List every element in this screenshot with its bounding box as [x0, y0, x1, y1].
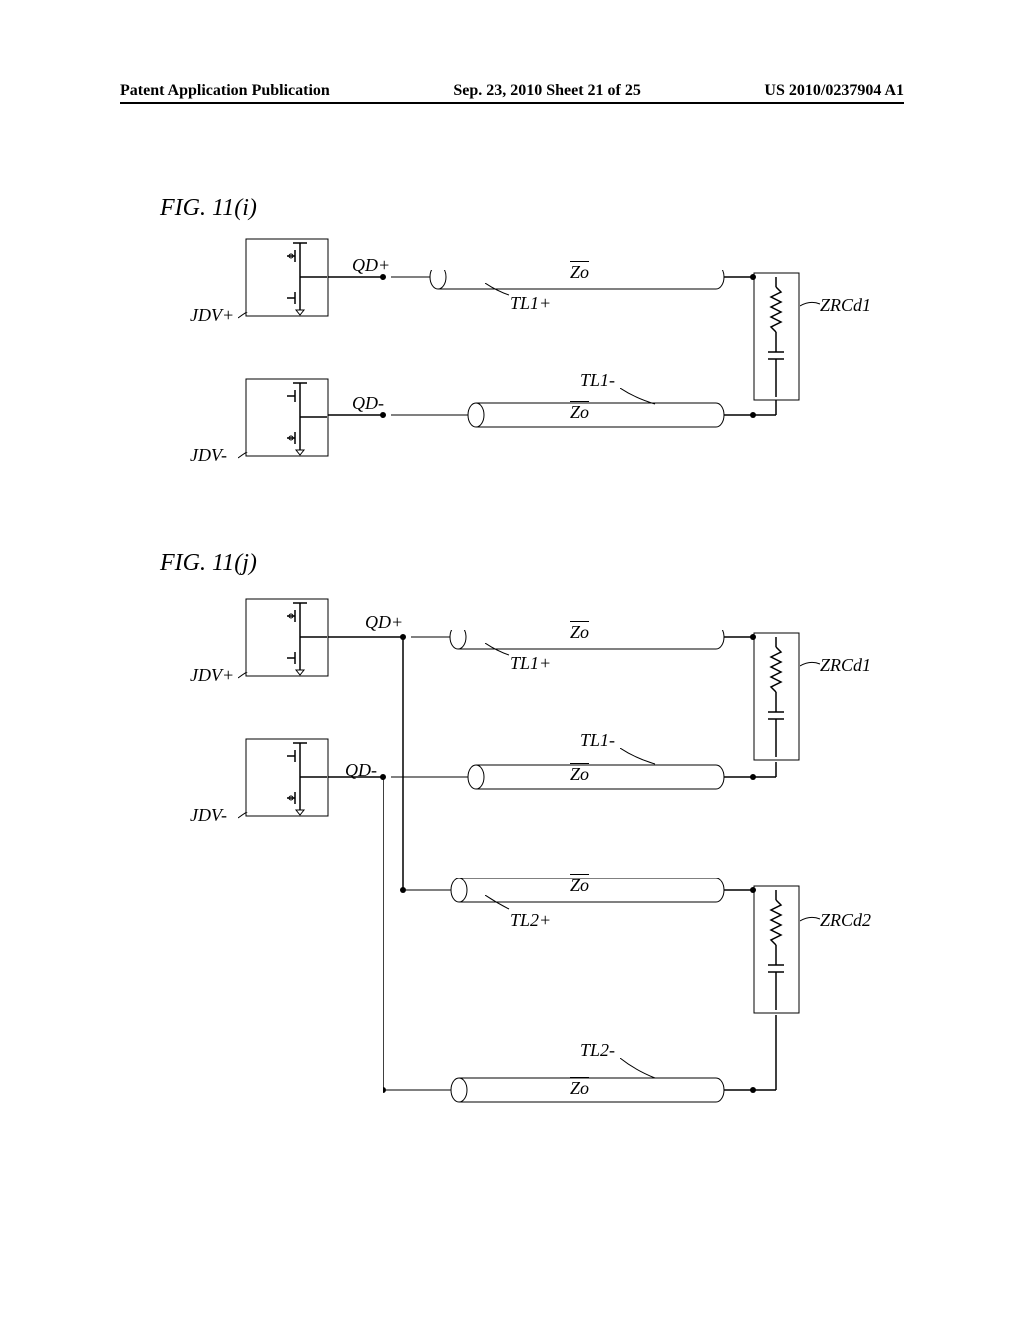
lead-line-icon — [238, 452, 258, 467]
jdv-minus-driver-j-icon — [245, 738, 330, 818]
zrcd1-load-icon — [753, 272, 801, 402]
connection-icon — [753, 395, 783, 420]
tl2-plus-label: TL2+ — [510, 910, 551, 931]
jdv-minus-label: JDV- — [190, 445, 227, 466]
tl2-minus-label: TL2- — [580, 1040, 615, 1061]
zrcd2-label: ZRCd2 — [820, 910, 871, 931]
jdv-plus-driver-j-icon — [245, 598, 330, 678]
header-left: Patent Application Publication — [120, 82, 330, 100]
lead-line-icon — [620, 1058, 660, 1083]
header-right: US 2010/0237904 A1 — [764, 82, 904, 100]
tl1-minus-label: TL1- — [580, 370, 615, 391]
lead-line-icon — [485, 283, 515, 298]
lead-line-icon — [238, 312, 258, 327]
tl1-minus-j-label: TL1- — [580, 730, 615, 751]
lead-line-icon — [620, 748, 660, 768]
tap-lines-icon — [383, 635, 413, 1095]
page-header: Patent Application Publication Sep. 23, … — [0, 82, 1024, 100]
lead-line-icon — [620, 388, 660, 408]
lead-line-icon — [800, 915, 822, 927]
lead-line-icon — [800, 300, 822, 312]
fig-11i-label: FIG. 11(i) — [160, 195, 257, 222]
zo-label-1: Zo — [570, 262, 589, 283]
jdv-plus-label: JDV+ — [190, 305, 234, 326]
zrcd1-label: ZRCd1 — [820, 295, 871, 316]
zo-j-label-4: Zo — [570, 1078, 589, 1099]
lead-line-icon — [485, 895, 515, 913]
zo-j-label-1: Zo — [570, 622, 589, 643]
lead-line-icon — [238, 812, 258, 827]
jdv-plus-driver-icon — [245, 238, 330, 318]
fig-11j-label: FIG. 11(j) — [160, 550, 257, 577]
header-center: Sep. 23, 2010 Sheet 21 of 25 — [453, 82, 641, 100]
lead-line-icon — [238, 672, 258, 687]
jdv-minus-j-label: JDV- — [190, 805, 227, 826]
tl1-plus-label: TL1+ — [510, 293, 551, 314]
jdv-plus-j-label: JDV+ — [190, 665, 234, 686]
zo-j-label-3: Zo — [570, 875, 589, 896]
zrcd1-j-label: ZRCd1 — [820, 655, 871, 676]
zo-label-2: Zo — [570, 402, 589, 423]
right-connections-j-icon — [753, 758, 783, 1098]
zo-j-label-2: Zo — [570, 764, 589, 785]
tl1-minus-line-icon — [328, 388, 758, 428]
lead-line-icon — [485, 643, 515, 658]
header-divider — [120, 102, 904, 104]
tl1-plus-j-label: TL1+ — [510, 653, 551, 674]
jdv-minus-driver-icon — [245, 378, 330, 458]
lead-line-icon — [800, 660, 822, 672]
zrcd1-j-load-icon — [753, 632, 801, 762]
